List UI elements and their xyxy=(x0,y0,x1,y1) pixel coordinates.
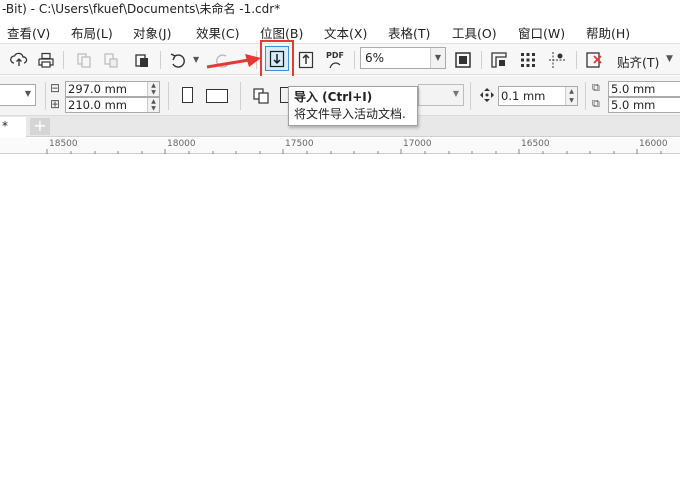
menu-table[interactable]: 表格(T) xyxy=(388,23,430,42)
duplicate-x-field[interactable]: 5.0 mm xyxy=(608,81,680,97)
ruler-label: 16500 xyxy=(521,139,550,149)
menu-object[interactable]: 对象(J) xyxy=(133,23,171,42)
zoom-dropdown-icon[interactable]: ▼ xyxy=(430,48,445,68)
export-pdf-icon[interactable]: PDF xyxy=(324,49,346,71)
duplicate-x-icon: ⧉ xyxy=(592,81,600,94)
current-page-icon[interactable] xyxy=(280,87,288,103)
undo-icon[interactable] xyxy=(167,49,189,71)
ruler-label: 17500 xyxy=(285,139,314,149)
all-pages-icon[interactable] xyxy=(252,87,270,108)
export-icon[interactable] xyxy=(295,49,317,71)
import-icon xyxy=(269,50,285,67)
page-width-spinner[interactable]: ▲ ▼ xyxy=(147,82,159,96)
page-size-dropdown-icon[interactable]: ▼ xyxy=(25,89,31,98)
landscape-icon[interactable] xyxy=(206,89,228,103)
menu-view[interactable]: 查看(V) xyxy=(7,23,50,42)
clipboard-icon[interactable] xyxy=(131,49,153,71)
toolbar-separator xyxy=(354,51,355,69)
tooltip-title: 导入 (Ctrl+I) xyxy=(294,90,373,104)
import-button[interactable] xyxy=(265,46,289,71)
rulers-icon[interactable] xyxy=(488,49,510,71)
page-size-select[interactable]: ▼ xyxy=(0,84,36,106)
portrait-icon[interactable] xyxy=(182,87,193,103)
page-width-field[interactable]: 297.0 mm ▲ ▼ xyxy=(65,81,160,97)
zoom-level-select[interactable]: 6% ▼ xyxy=(360,47,446,69)
menu-window[interactable]: 窗口(W) xyxy=(518,23,565,42)
ruler-label: 16000 xyxy=(639,139,668,149)
guidelines-icon[interactable] xyxy=(546,49,568,71)
menu-effects[interactable]: 效果(C) xyxy=(196,23,239,42)
toolbar-separator xyxy=(481,51,482,69)
window-title: -Bit) - C:\Users\fkuef\Documents\未命名 -1.… xyxy=(0,0,680,19)
standard-toolbar: ▼ PDF 贴齐(T) ▼ xyxy=(0,43,680,75)
toolbar-separator xyxy=(168,82,169,110)
toolbar-separator xyxy=(63,51,64,69)
ruler-label: 18000 xyxy=(167,139,196,149)
duplicate-y-field[interactable]: 5.0 mm xyxy=(608,97,680,113)
add-tab-button[interactable]: + xyxy=(30,118,50,135)
ruler-label: 17000 xyxy=(403,139,432,149)
paste-icon[interactable] xyxy=(100,49,122,71)
copy-icon[interactable] xyxy=(73,49,95,71)
grid-icon[interactable] xyxy=(517,49,539,71)
menu-text[interactable]: 文本(X) xyxy=(324,23,367,42)
import-tooltip: 导入 (Ctrl+I) 将文件导入活动文档. xyxy=(288,86,418,126)
page-width-value: 297.0 mm xyxy=(68,82,127,96)
nudge-distance-value: 0.1 mm xyxy=(501,89,546,103)
nudge-distance-field[interactable]: 0.1 mm ▲ ▼ xyxy=(498,86,578,106)
duplicate-y-icon: ⧉ xyxy=(592,97,600,110)
menu-layout[interactable]: 布局(L) xyxy=(71,23,113,42)
toolbar-separator xyxy=(585,82,586,110)
ruler-ticks xyxy=(46,149,662,154)
toolbar-separator xyxy=(45,82,46,110)
page-height-value: 210.0 mm xyxy=(68,98,127,112)
zoom-value: 6% xyxy=(365,51,385,65)
page-height-spinner[interactable]: ▲ ▼ xyxy=(147,98,159,112)
menu-tools[interactable]: 工具(O) xyxy=(452,23,497,42)
nudge-icon xyxy=(479,87,495,106)
undo-dropdown-icon[interactable]: ▼ xyxy=(193,55,199,64)
toolbar-separator xyxy=(470,82,471,110)
snap-to-label[interactable]: 贴齐(T) xyxy=(617,52,659,71)
duplicate-y-value: 5.0 mm xyxy=(611,98,656,112)
duplicate-x-value: 5.0 mm xyxy=(611,82,656,96)
toolbar-separator xyxy=(160,51,161,69)
drawing-canvas[interactable] xyxy=(0,155,680,494)
annotation-arrow-icon xyxy=(206,54,261,69)
snap-dropdown-icon[interactable]: ▼ xyxy=(666,54,673,64)
options-icon[interactable] xyxy=(583,49,605,71)
document-tab[interactable]: * xyxy=(0,117,26,137)
print-icon[interactable] xyxy=(35,49,57,71)
cloud-upload-icon[interactable] xyxy=(8,49,30,71)
toolbar-separator xyxy=(576,51,577,69)
units-dropdown-icon[interactable]: ▼ xyxy=(453,89,459,98)
toolbar-separator xyxy=(240,82,241,110)
pdf-label: PDF xyxy=(326,50,344,60)
page-height-field[interactable]: 210.0 mm ▲ ▼ xyxy=(65,97,160,113)
ruler-label: 18500 xyxy=(49,139,78,149)
page-height-icon: ⊞ xyxy=(50,97,61,111)
menu-help[interactable]: 帮助(H) xyxy=(586,23,630,42)
units-select[interactable]: ▼ xyxy=(418,84,464,106)
nudge-spinner[interactable]: ▲ ▼ xyxy=(565,87,577,105)
page-width-icon: ⊟ xyxy=(50,81,61,95)
tooltip-description: 将文件导入活动文档. xyxy=(294,107,406,121)
horizontal-ruler[interactable]: 18500 18000 17500 17000 16500 16000 xyxy=(0,138,680,154)
full-screen-icon[interactable] xyxy=(452,49,474,71)
coreldraw-window: -Bit) - C:\Users\fkuef\Documents\未命名 -1.… xyxy=(0,0,680,494)
menu-bar: 查看(V) 布局(L) 对象(J) 效果(C) 位图(B) 文本(X) 表格(T… xyxy=(0,19,680,43)
